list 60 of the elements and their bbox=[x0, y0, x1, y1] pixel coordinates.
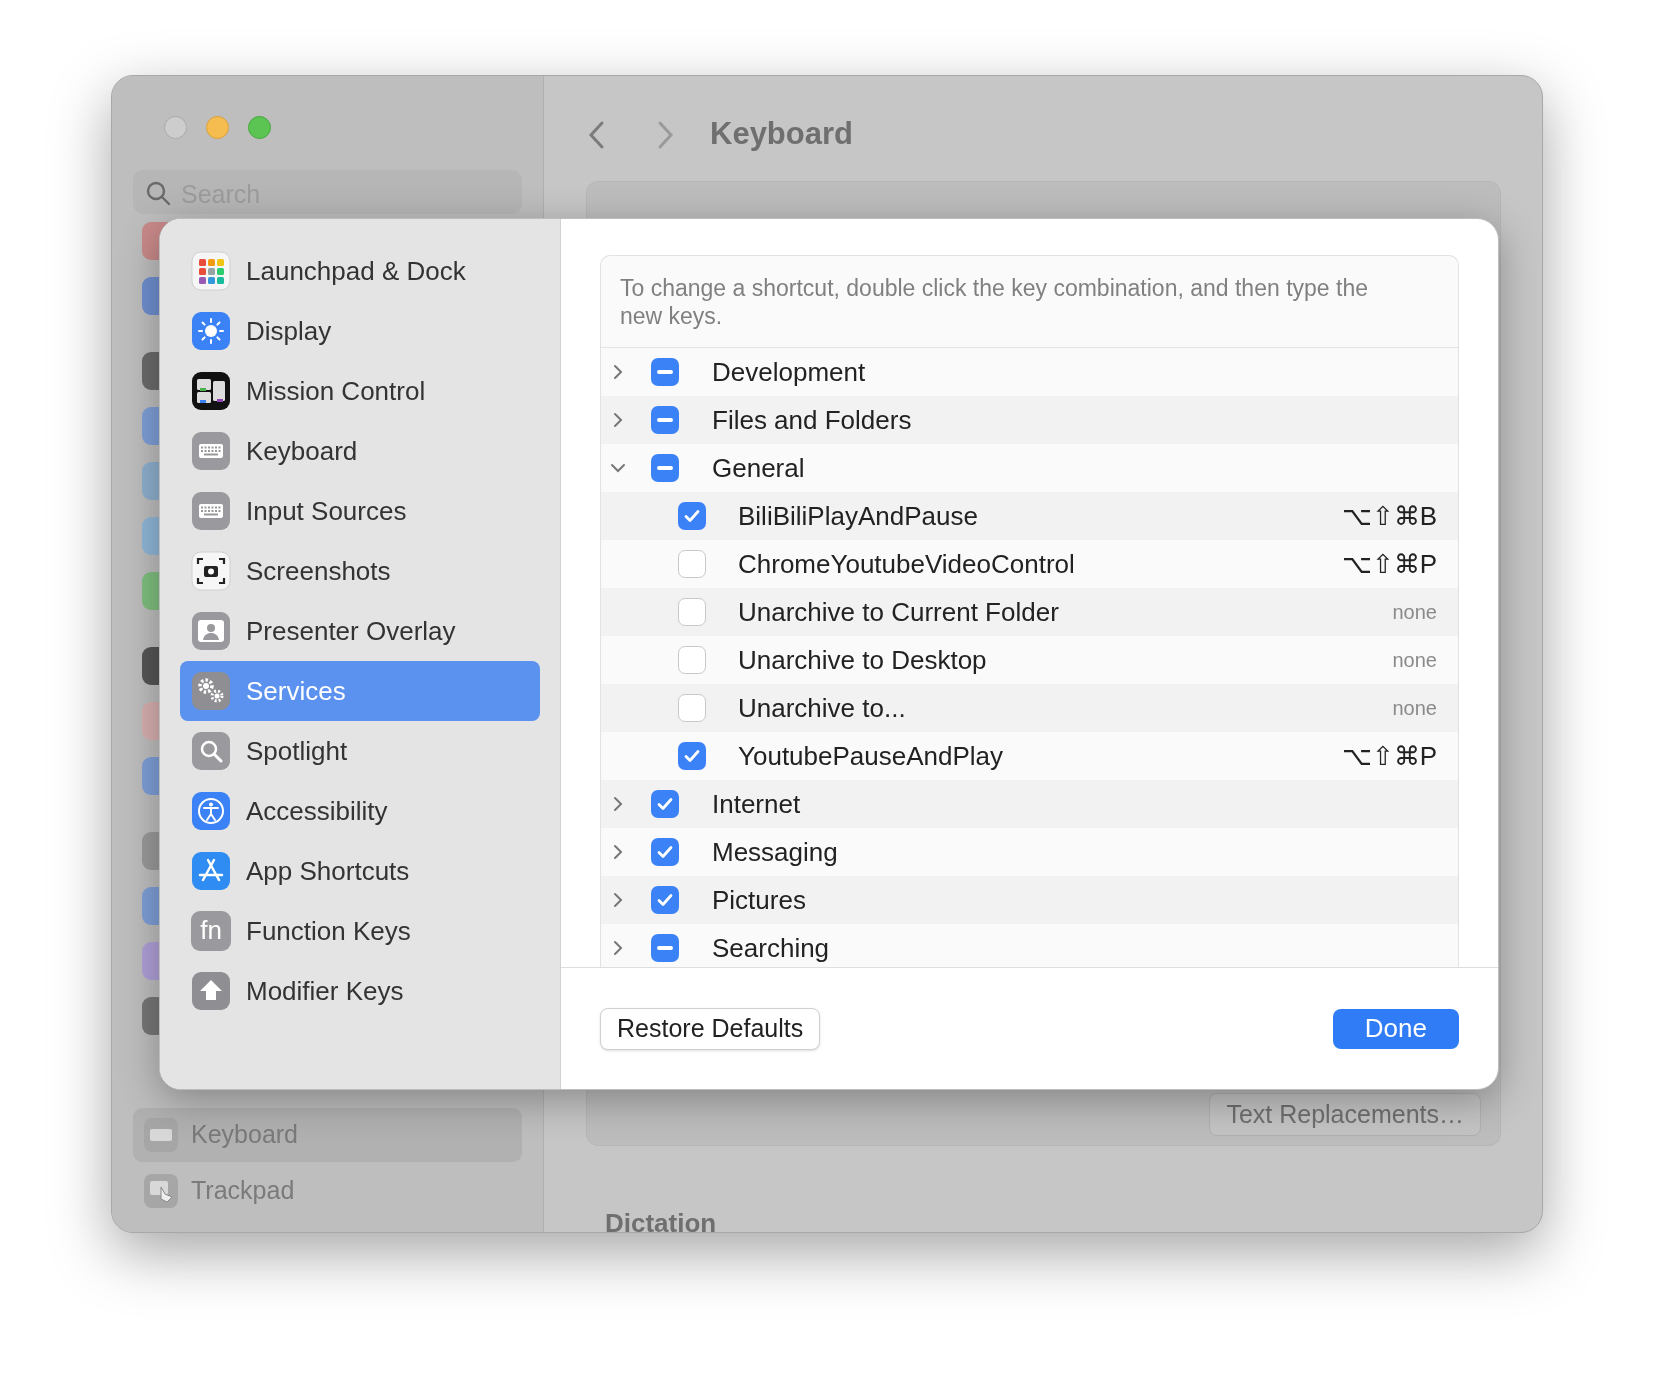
restore-defaults-button[interactable]: Restore Defaults bbox=[600, 1007, 821, 1050]
checkbox[interactable] bbox=[678, 694, 706, 722]
hand-icon bbox=[143, 1173, 179, 1209]
shortcut[interactable]: ⌥⇧⌘P bbox=[1341, 736, 1437, 776]
search-icon bbox=[191, 731, 231, 771]
sidebar-item[interactable]: Input Sources bbox=[180, 481, 540, 541]
checkbox[interactable] bbox=[651, 838, 679, 866]
grid-icon bbox=[191, 251, 231, 291]
checkbox[interactable] bbox=[678, 742, 706, 770]
sidebar-item[interactable]: Spotlight bbox=[180, 721, 540, 781]
service-row[interactable]: BiliBiliPlayAndPause ⌥⇧⌘B bbox=[601, 492, 1458, 540]
search-icon bbox=[145, 180, 171, 206]
section-heading: Dictation bbox=[605, 1207, 718, 1232]
checkmark-icon bbox=[656, 891, 674, 909]
shortcut[interactable]: ⌥⇧⌘P bbox=[1341, 544, 1437, 584]
camera-icon bbox=[191, 551, 231, 591]
fn-icon: fn bbox=[191, 911, 231, 951]
sidebar-item[interactable]: Display bbox=[180, 301, 540, 361]
sidebar-item[interactable]: Screenshots bbox=[180, 541, 540, 601]
sidebar-item[interactable]: fn Function Keys bbox=[180, 901, 540, 961]
sidebar-item[interactable]: Presenter Overlay bbox=[180, 601, 540, 661]
checkbox[interactable] bbox=[678, 550, 706, 578]
window-title: Keyboard bbox=[710, 115, 853, 154]
sidebar-item[interactable]: Keyboard bbox=[180, 421, 540, 481]
checkbox[interactable] bbox=[651, 934, 679, 962]
service-row[interactable]: Unarchive to Current Folder none bbox=[601, 588, 1458, 636]
checkbox[interactable] bbox=[651, 886, 679, 914]
checkbox[interactable] bbox=[651, 358, 679, 386]
gears-icon bbox=[191, 671, 231, 711]
done-button[interactable]: Done bbox=[1332, 1008, 1459, 1049]
keyboard-icon bbox=[191, 491, 231, 531]
hint-text: To change a shortcut, double click the key combination, and then type the new keys. bbox=[620, 274, 1369, 330]
checkbox[interactable] bbox=[678, 598, 706, 626]
shortcut[interactable]: ⌥⇧⌘B bbox=[1341, 496, 1437, 536]
arrow-up-icon bbox=[191, 971, 231, 1011]
group-row[interactable]: Pictures bbox=[601, 876, 1458, 924]
group-row[interactable]: Internet bbox=[601, 780, 1458, 828]
sidebar-item[interactable]: Accessibility bbox=[180, 781, 540, 841]
accessibility-icon bbox=[191, 791, 231, 831]
keyboard-icon bbox=[191, 431, 231, 471]
group-row[interactable]: Files and Folders bbox=[601, 396, 1458, 444]
sidebar-item[interactable]: Modifier Keys bbox=[180, 961, 540, 1021]
checkbox[interactable] bbox=[651, 790, 679, 818]
keyboard-icon bbox=[143, 1117, 179, 1153]
sidebar-item[interactable]: App Shortcuts bbox=[180, 841, 540, 901]
checkbox[interactable] bbox=[651, 454, 679, 482]
checkmark-icon bbox=[656, 795, 674, 813]
service-row[interactable]: Unarchive to... none bbox=[601, 684, 1458, 732]
person-icon bbox=[191, 611, 231, 651]
checkbox[interactable] bbox=[678, 646, 706, 674]
checkmark-icon bbox=[683, 507, 701, 525]
app-store-icon bbox=[191, 851, 231, 891]
sidebar-item[interactable]: Mission Control bbox=[180, 361, 540, 421]
windows-icon bbox=[191, 371, 231, 411]
checkmark-icon bbox=[656, 843, 674, 861]
checkmark-icon bbox=[683, 747, 701, 765]
sidebar-item[interactable]: Launchpad & Dock bbox=[180, 241, 540, 301]
sun-icon bbox=[191, 311, 231, 351]
checkbox[interactable] bbox=[678, 502, 706, 530]
checkbox[interactable] bbox=[651, 406, 679, 434]
